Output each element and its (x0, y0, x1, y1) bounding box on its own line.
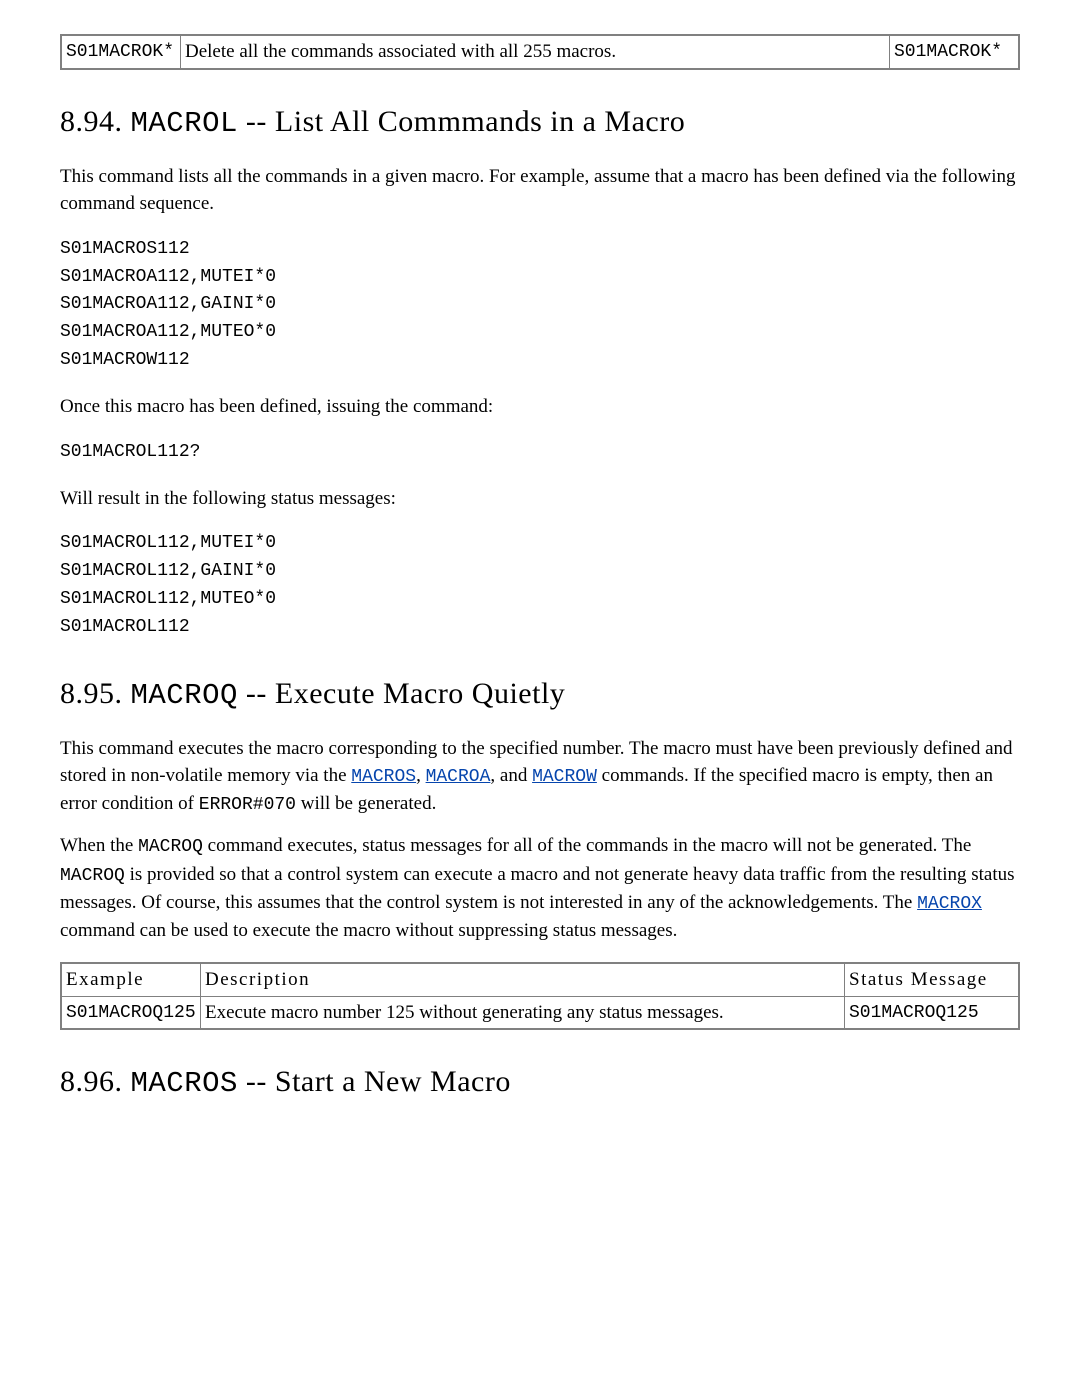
description-cell: Execute macro number 125 without generat… (201, 996, 845, 1029)
table-row: S01MACROK* Delete all the commands assoc… (61, 35, 1019, 69)
inline-cmd: MACROQ (138, 837, 203, 857)
status-cell: S01MACROQ125 (845, 996, 1020, 1029)
macrol-code1: S01MACROS112 S01MACROA112,MUTEI*0 S01MAC… (60, 236, 1020, 375)
status-cell: S01MACROK* (890, 35, 1020, 69)
section-number: 8.94. (60, 105, 123, 138)
section-number: 8.96. (60, 1065, 123, 1098)
text: will be generated. (296, 793, 436, 814)
example-cell: S01MACROQ125 (61, 996, 201, 1029)
th-example: Example (61, 963, 201, 996)
section-heading-macros: 8.96. MACROS -- Start a New Macro (60, 1060, 1020, 1105)
macroq-table: Example Description Status Message S01MA… (60, 962, 1020, 1030)
macrol-code2: S01MACROL112? (60, 439, 1020, 467)
section-heading-macrol: 8.94. MACROL -- List All Commmands in a … (60, 100, 1020, 145)
table-header-row: Example Description Status Message (61, 963, 1019, 996)
macrol-p2: Once this macro has been defined, issuin… (60, 393, 1020, 421)
inline-cmd: MACROQ (60, 866, 125, 886)
section-cmd: MACROS (131, 1067, 238, 1100)
macrol-code3: S01MACROL112,MUTEI*0 S01MACROL112,GAINI*… (60, 530, 1020, 642)
link-macroa[interactable]: MACROA (426, 767, 491, 787)
error-code: ERROR#070 (199, 795, 296, 815)
macroq-p2: When the MACROQ command executes, status… (60, 832, 1020, 944)
section-title-suffix: -- Start a New Macro (238, 1065, 511, 1098)
macrok-table-fragment: S01MACROK* Delete all the commands assoc… (60, 34, 1020, 70)
text: is provided so that a control system can… (60, 864, 1015, 913)
text: , (416, 765, 426, 786)
text: When the (60, 835, 138, 856)
section-title-suffix: -- Execute Macro Quietly (238, 677, 565, 710)
macrol-p1: This command lists all the commands in a… (60, 163, 1020, 218)
text: command executes, status messages for al… (203, 835, 971, 856)
description-cell: Delete all the commands associated with … (181, 35, 890, 69)
link-macrox[interactable]: MACROX (917, 894, 982, 914)
section-heading-macroq: 8.95. MACROQ -- Execute Macro Quietly (60, 672, 1020, 717)
section-title-suffix: -- List All Commmands in a Macro (238, 105, 685, 138)
th-status: Status Message (845, 963, 1020, 996)
macroq-p1: This command executes the macro correspo… (60, 735, 1020, 819)
example-cell: S01MACROK* (61, 35, 181, 69)
section-number: 8.95. (60, 677, 123, 710)
link-macros[interactable]: MACROS (351, 767, 416, 787)
macrol-p3: Will result in the following status mess… (60, 485, 1020, 513)
link-macrow[interactable]: MACROW (532, 767, 597, 787)
text: command can be used to execute the macro… (60, 920, 677, 941)
th-description: Description (201, 963, 845, 996)
table-row: S01MACROQ125 Execute macro number 125 wi… (61, 996, 1019, 1029)
section-cmd: MACROL (131, 107, 238, 140)
section-cmd: MACROQ (131, 679, 238, 712)
text: , and (490, 765, 532, 786)
